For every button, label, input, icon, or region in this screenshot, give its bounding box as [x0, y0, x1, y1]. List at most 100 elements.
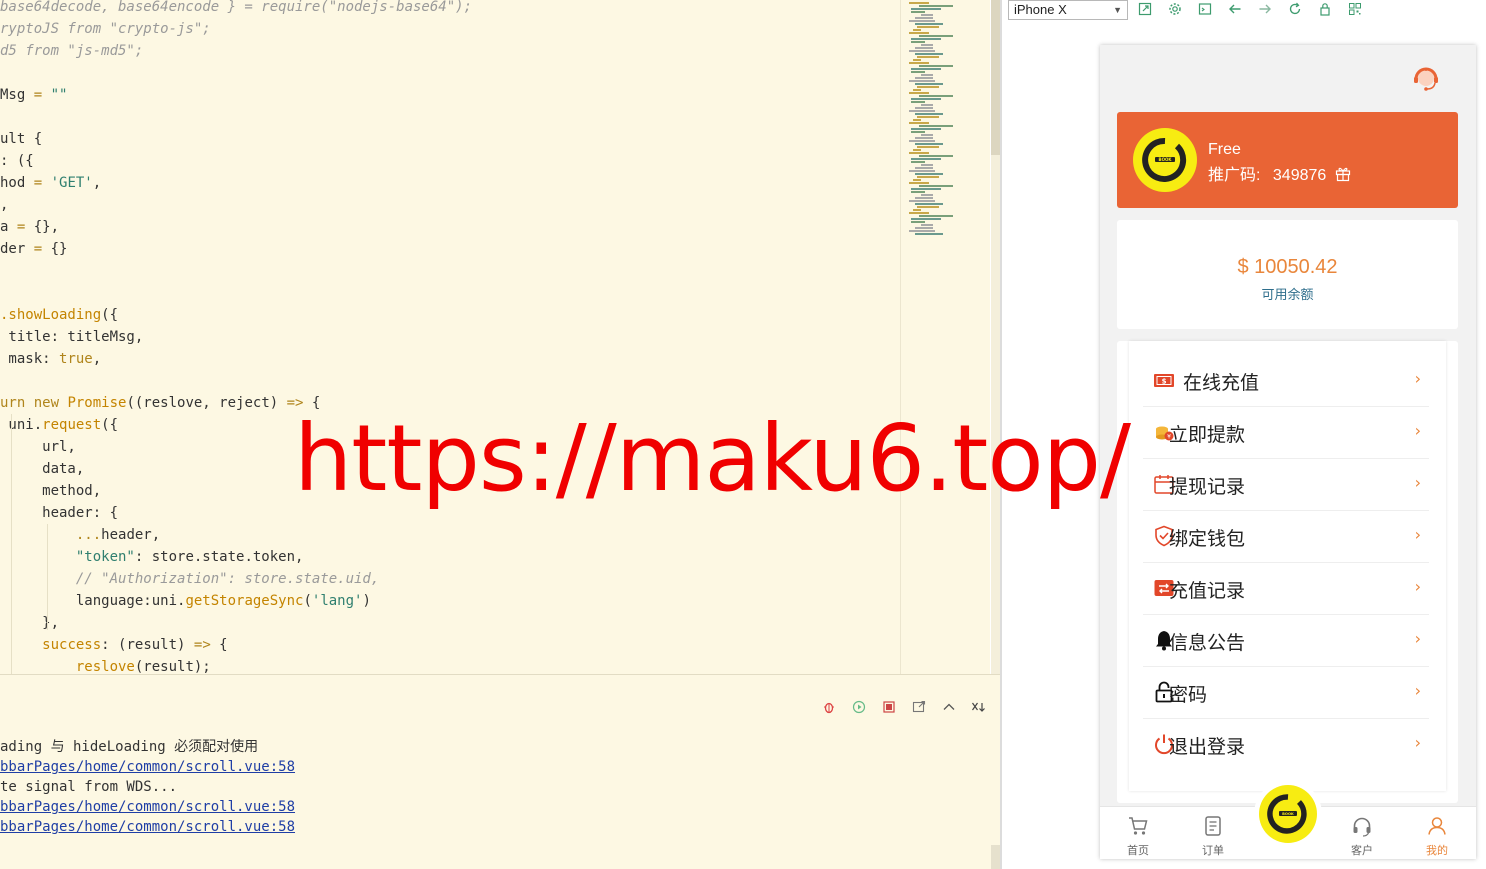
code-token: =	[33, 87, 43, 103]
profile-card: BOOK Free 推广码: 349876	[1117, 112, 1458, 208]
code-minimap[interactable]	[900, 0, 990, 674]
console-message: ading 与 hideLoading 必须配对使用	[0, 739, 259, 755]
stop-icon[interactable]	[880, 698, 898, 716]
minimap-line	[915, 107, 933, 109]
avatar[interactable]: BOOK	[1133, 128, 1197, 192]
minimap-line	[909, 92, 929, 94]
run-icon[interactable]	[850, 698, 868, 716]
tab-mine[interactable]: 我的	[1407, 807, 1467, 859]
code-line[interactable]: ult {	[0, 128, 42, 150]
code-token: "token"	[75, 549, 135, 565]
minimap-line	[909, 200, 935, 202]
code-line[interactable]: "token": store.state.token,	[0, 546, 304, 568]
menu-item-recharge-record[interactable]: 充值记录 ›	[1143, 563, 1429, 615]
minimap-line	[915, 47, 933, 49]
menu-item-withdraw[interactable]: ¥ 立即提款 ›	[1143, 407, 1429, 459]
code-token: {},	[25, 219, 60, 235]
code-line[interactable]: Msg = ""	[0, 84, 67, 106]
minimap-line	[913, 89, 921, 91]
code-token: =	[33, 241, 43, 257]
code-line[interactable]: ,	[0, 194, 8, 216]
lock-toolbar-icon[interactable]	[1316, 0, 1334, 18]
back-arrow-icon[interactable]	[1226, 0, 1244, 18]
code-line[interactable]: base64decode, base64encode } = require("…	[0, 0, 472, 18]
code-line[interactable]: // "Authorization": store.state.uid,	[0, 568, 379, 590]
console-panel: ading 与 hideLoading 必须配对使用 bbarPages/home…	[0, 674, 1000, 869]
minimap-line	[909, 62, 929, 64]
code-line[interactable]: d5 from "js-md5";	[0, 40, 143, 62]
console-source-link[interactable]: bbarPages/home/common/scroll.vue:58	[0, 797, 295, 817]
minimap-line	[909, 230, 935, 232]
code-token: ,	[92, 175, 102, 191]
minimap-line	[919, 215, 953, 217]
code-line[interactable]: a = {},	[0, 216, 59, 238]
minimap-line	[909, 212, 929, 214]
debug-icon[interactable]	[820, 698, 838, 716]
menu-label: 密码	[1169, 685, 1208, 706]
code-line[interactable]: ...header,	[0, 524, 160, 546]
console-source-link[interactable]: bbarPages/home/common/scroll.vue:58	[0, 757, 295, 777]
code-line[interactable]: urn new Promise((reslove, reject) => {	[0, 392, 320, 414]
clear-console-icon[interactable]	[970, 698, 988, 716]
settings-icon[interactable]	[1166, 0, 1184, 18]
code-token: Promise	[67, 395, 127, 411]
minimap-line	[909, 32, 929, 34]
chevron-up-icon[interactable]	[940, 698, 958, 716]
chevron-right-icon: ›	[1414, 525, 1421, 544]
code-line[interactable]: .showLoading({	[0, 304, 118, 326]
console-source-link[interactable]: bbarPages/home/common/scroll.vue:58	[0, 817, 295, 837]
code-line[interactable]: header: {	[0, 502, 118, 524]
menu-item-password[interactable]: 密码 ›	[1143, 667, 1429, 719]
code-line[interactable]: },	[0, 612, 59, 634]
code-token: title: titleMsg,	[0, 329, 144, 345]
code-line[interactable]: hod = 'GET',	[0, 172, 101, 194]
tab-customer[interactable]: 客户	[1332, 807, 1392, 859]
tab-home[interactable]: 首页	[1108, 807, 1168, 859]
minimap-line	[919, 155, 953, 157]
menu-item-recharge[interactable]: $ 在线充值 ›	[1143, 355, 1429, 407]
minimap-line	[921, 164, 933, 166]
code-token: ,	[0, 197, 9, 213]
code-editor[interactable]: base64decode, base64encode } = require("…	[0, 0, 900, 674]
minimap-line	[917, 86, 939, 88]
console-scrollbar[interactable]	[991, 845, 1000, 869]
code-line[interactable]: title: titleMsg,	[0, 326, 143, 348]
open-new-icon[interactable]	[910, 698, 928, 716]
balance-card: $ 10050.42 可用余额	[1117, 220, 1458, 329]
order-icon	[1205, 816, 1221, 836]
console-toggle-icon[interactable]	[1196, 0, 1214, 18]
console-message: te signal from WDS...	[0, 779, 178, 795]
tab-label: 客户	[1351, 845, 1373, 857]
tab-label: 订单	[1202, 845, 1224, 857]
code-line[interactable]: ryptoJS from "crypto-js";	[0, 18, 211, 40]
code-line[interactable]: method,	[0, 480, 101, 502]
device-select[interactable]: iPhone X ▼	[1008, 0, 1128, 20]
qrcode-icon[interactable]	[1346, 0, 1364, 18]
menu-item-bind-wallet[interactable]: 绑定钱包 ›	[1143, 511, 1429, 563]
code-token: ult {	[0, 131, 43, 147]
code-line[interactable]: reslove(result);	[0, 656, 211, 674]
minimap-line	[917, 26, 939, 28]
refresh-icon[interactable]	[1286, 0, 1304, 18]
forward-arrow-icon[interactable]	[1256, 0, 1274, 18]
code-line[interactable]: data,	[0, 458, 84, 480]
tab-orders[interactable]: 订单	[1183, 807, 1243, 859]
center-action-button[interactable]: BOOK	[1254, 780, 1322, 848]
menu-item-announcements[interactable]: 信息公告 ›	[1143, 615, 1429, 667]
code-token: ((reslove, reject)	[126, 395, 287, 411]
code-line[interactable]: : ({	[0, 150, 34, 172]
gift-icon[interactable]	[1335, 166, 1351, 182]
editor-scrollbar-thumb[interactable]	[991, 0, 1000, 155]
popout-icon[interactable]	[1136, 0, 1154, 18]
menu-item-logout[interactable]: 退出登录 ›	[1143, 719, 1429, 771]
code-token: request	[42, 417, 102, 433]
code-line[interactable]: language:uni.getStorageSync('lang')	[0, 590, 371, 612]
code-line[interactable]: success: (result) => {	[0, 634, 227, 656]
menu-item-withdraw-record[interactable]: 提现记录 ›	[1143, 459, 1429, 511]
code-token: ,	[92, 351, 102, 367]
code-line[interactable]: mask: true,	[0, 348, 101, 370]
code-line[interactable]: der = {}	[0, 238, 67, 260]
code-line[interactable]: uni.request({	[0, 414, 118, 436]
customer-service-icon[interactable]	[1410, 61, 1442, 93]
